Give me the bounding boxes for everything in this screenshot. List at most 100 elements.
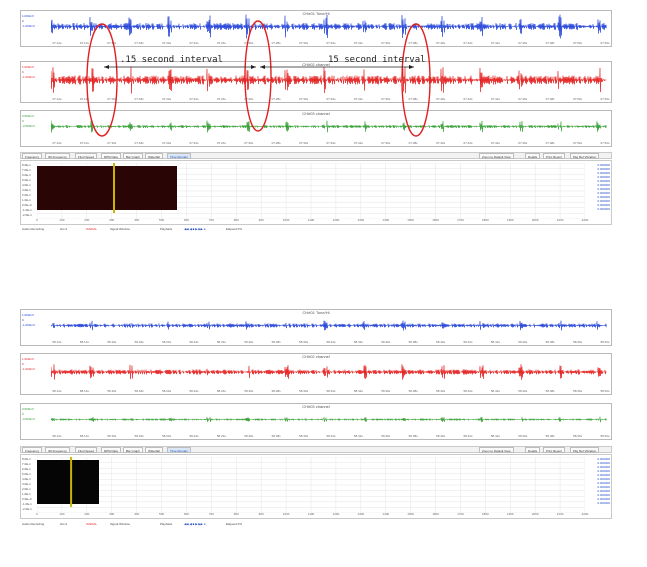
axis-tick-label: 58.36s xyxy=(381,340,391,344)
tab-rpm-data[interactable]: RPM Data xyxy=(101,447,121,453)
playback-controls[interactable]: ◀◀ ◀ ■ ▶ ▶▶ ● xyxy=(184,226,206,232)
axis-tick-label: 2200 xyxy=(581,218,589,222)
axis-tick-label: 600 xyxy=(183,512,189,516)
axis-tick-label: 07:14s xyxy=(79,97,89,101)
axis-tick-label: 58.16s xyxy=(107,340,117,344)
axis-tick-label: 58.40s xyxy=(436,340,446,344)
axis-tick-label: 07:46s xyxy=(518,141,528,145)
tab-3d-frequency[interactable]: 3D Frequency xyxy=(45,153,70,159)
axis-tick-label: 2100 xyxy=(556,218,564,222)
tab-time-domain[interactable]: Time Domain xyxy=(167,153,191,159)
axis-tick-label: 58.38s xyxy=(408,434,418,438)
axis-tick-label: 58.14s xyxy=(79,389,89,393)
axis-tick-label: 58.40s xyxy=(436,434,446,438)
axis-tick-label: 58.28s xyxy=(271,340,281,344)
axis-tick-label: 07:14s xyxy=(79,41,89,45)
spectrum-y-axis: 8.0E-1 7.0E-1 6.0E-1 5.0E-1 4.0E-1 3.0E-1 2.0E… xyxy=(22,163,32,218)
axis-tick-label: 07:50s xyxy=(573,141,583,145)
axis-tick-label: 100 xyxy=(59,218,65,222)
axis-tick-label: 07:18s xyxy=(134,41,144,45)
spectrum-y-axis: 8.0E-1 7.0E-1 6.0E-1 5.0E-1 4.0E-1 3.0E-1 2.0E… xyxy=(22,457,32,512)
y-axis-labels: 1.000mV 0 -1.000mV xyxy=(22,65,36,80)
waveform-channel-1[interactable]: CH#01 Tone/Hi 1.000mV 0 -1.000mV 07:12s 0… xyxy=(20,10,612,47)
waveform-channel-2[interactable]: CH#02 channel 1.000mV 0 -1.000mV 07:12s 0… xyxy=(20,61,612,103)
axis-tick-label: 07:50s xyxy=(573,41,583,45)
tab-fluid-speed[interactable]: Fluid Speed xyxy=(75,447,98,453)
axis-tick-label: 58.20s xyxy=(162,389,172,393)
waveform-channel-1[interactable]: CH#01 Tone/Hi 1.000mV 0 -1.000mV 58.12s 5… xyxy=(20,309,612,346)
axis-tick-label: 07:36s xyxy=(381,41,391,45)
tab-frequency[interactable]: Frequency xyxy=(22,153,43,159)
axis-tick-label: 1900 xyxy=(506,218,514,222)
axis-tick-label: 58.16s xyxy=(107,434,117,438)
axis-tick-label: 07:38s xyxy=(408,97,418,101)
tab-time-domain[interactable]: Time Domain xyxy=(167,447,191,453)
axis-tick-label: 58.48s xyxy=(545,389,555,393)
details-button[interactable]: Details xyxy=(525,153,541,159)
status-mode: SIGNAL xyxy=(86,522,98,526)
status-recording: Audio Recording xyxy=(22,522,45,526)
tab-bar-graph[interactable]: Bar Graph xyxy=(123,153,143,159)
spectrum-panel[interactable]: 8.0E-1 7.0E-1 6.0E-1 5.0E-1 4.0E-1 3.0E-1 2.0E… xyxy=(20,454,612,519)
print-report-button[interactable]: Print Report xyxy=(543,447,566,453)
status-recording: Audio Recording xyxy=(22,227,45,231)
axis-tick-label: 07:24s xyxy=(216,41,226,45)
playback-controls[interactable]: ◀◀ ◀ ■ ▶ ▶▶ ● xyxy=(184,521,206,527)
axis-tick-label: 58.46s xyxy=(518,434,528,438)
axis-tick-label: 58.52s xyxy=(600,340,610,344)
ref-vibration-button[interactable]: Pkg Ref Vibration xyxy=(570,447,600,453)
axis-tick-label: 07:40s xyxy=(436,141,446,145)
time-axis: 07:12s 07:14s 07:16s 07:18s 07:20s 07:22s 07:2… xyxy=(52,97,609,102)
axis-tick-label: 07:28s xyxy=(271,141,281,145)
axis-tick-label: 07:46s xyxy=(518,97,528,101)
tab-fluid-speed[interactable]: Fluid Speed xyxy=(75,153,98,159)
axis-tick-label: 58.32s xyxy=(326,389,336,393)
axis-tick-label: 1300 xyxy=(357,218,365,222)
axis-tick-label: 58.38s xyxy=(408,389,418,393)
y-tick: -1.000mV xyxy=(22,24,36,28)
axis-tick-label: 700 xyxy=(208,512,214,516)
axis-tick-label: 58.44s xyxy=(490,340,500,344)
waveform-channel-3[interactable]: CH#03 channel 0.500mV 0 -0.500mV 58.12s 5… xyxy=(20,403,612,440)
axis-tick-label: 1300 xyxy=(357,512,365,516)
tab-3d-frequency[interactable]: 3D Frequency xyxy=(45,447,70,453)
details-button[interactable]: Details xyxy=(525,447,541,453)
axis-tick-label: 58.12s xyxy=(52,389,62,393)
axis-tick-label: 58.34s xyxy=(353,434,363,438)
axis-tick-label: 07:34s xyxy=(353,141,363,145)
tab-waterfall[interactable]: Waterfall xyxy=(145,447,163,453)
axis-tick-label: 58.42s xyxy=(463,389,473,393)
axis-tick-label: 07:34s xyxy=(353,41,363,45)
spectrum-panel[interactable]: 8.0E-1 7.0E-1 6.0E-1 5.0E-1 4.0E-1 3.0E-1 2.0E… xyxy=(20,160,612,225)
axis-tick-label: 1100 xyxy=(307,512,315,516)
waveform-channel-2[interactable]: CH#02 channel 1.000mV 0 -1.000mV 58.12s 5… xyxy=(20,353,612,395)
axis-tick-label: 58.34s xyxy=(353,389,363,393)
axis-tick-label: 58.36s xyxy=(381,434,391,438)
tab-bar-graph[interactable]: Bar Graph xyxy=(123,447,143,453)
ref-vibration-button[interactable]: Pkg Ref Vibration xyxy=(570,153,600,159)
axis-tick-label: 07:46s xyxy=(518,41,528,45)
axis-tick-label: 07:44s xyxy=(490,97,500,101)
waveform-plot xyxy=(51,320,607,331)
status-mode: SIGNAL xyxy=(86,227,98,231)
axis-tick-label: 07:20s xyxy=(162,41,172,45)
tab-waterfall[interactable]: Waterfall xyxy=(145,153,163,159)
y-axis-labels: 0.500mV 0 -0.500mV xyxy=(22,407,36,422)
y-axis-labels: 1.000mV 0 -1.000mV xyxy=(22,357,36,372)
axis-tick-label: 07:18s xyxy=(134,97,144,101)
waveform-channel-3[interactable]: CH#03 channel 0.500mV 0 -0.500mV 07:12s 0… xyxy=(20,110,612,147)
print-report-button[interactable]: Print Report xyxy=(543,153,566,159)
waveform-plot xyxy=(51,416,607,423)
zoom-default-button[interactable]: Zoom to Default View xyxy=(479,447,514,453)
axis-tick-label: 800 xyxy=(233,218,239,222)
status-elapsed: Elapsed 0% xyxy=(226,227,243,231)
tab-rpm-data[interactable]: RPM Data xyxy=(101,153,121,159)
axis-tick-label: 07:32s xyxy=(326,41,336,45)
axis-tick-label: 07:32s xyxy=(326,97,336,101)
zoom-default-button[interactable]: Zoom to Default View xyxy=(479,153,514,159)
axis-tick-label: 58.36s xyxy=(381,389,391,393)
axis-tick-label: 1700 xyxy=(457,512,464,516)
time-axis: 58.12s 58.14s 58.16s 58.18s 58.20s 58.22s 58.2… xyxy=(52,434,609,439)
tab-frequency[interactable]: Frequency xyxy=(22,447,43,453)
axis-tick-label: 07:12s xyxy=(52,41,62,45)
